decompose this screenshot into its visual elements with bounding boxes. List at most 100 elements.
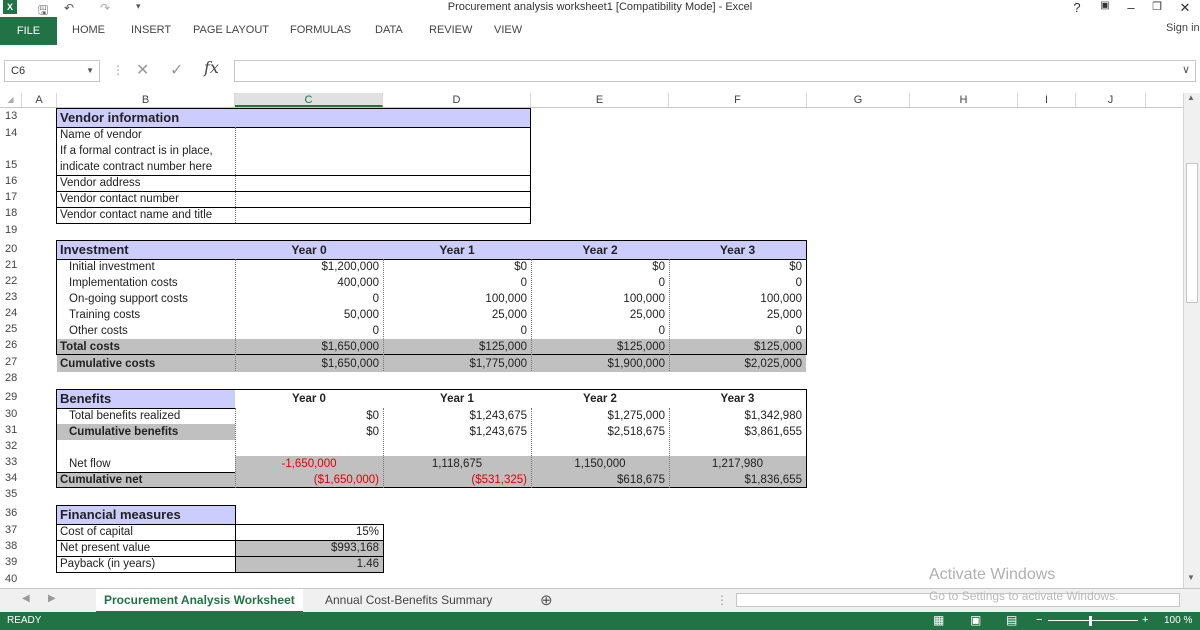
minimize-icon[interactable]: – [1122,0,1140,15]
tab-data[interactable]: DATA [375,24,403,36]
col-h[interactable]: H [910,93,1018,107]
row-number[interactable]: 34 [0,472,22,484]
investment-year-3[interactable]: Year 3 [669,241,806,259]
investment-cell[interactable]: 25,000 [669,307,806,323]
tab-home[interactable]: HOME [72,24,105,36]
net-flow-cell[interactable]: 1,118,675 [383,456,531,472]
investment-cumulative-cell[interactable]: $2,025,000 [669,356,806,372]
col-b[interactable]: B [57,93,235,107]
row-number[interactable]: 32 [0,440,22,452]
investment-cell[interactable]: 0 [531,323,669,339]
tab-review[interactable]: REVIEW [429,24,472,36]
close-icon[interactable]: ✕ [1176,0,1194,16]
sheet-tab-procurement[interactable]: Procurement Analysis Worksheet [96,589,303,613]
benefits-year-2[interactable]: Year 2 [531,391,669,407]
row-number[interactable]: 23 [0,291,22,303]
financial-title[interactable]: Financial measures [57,506,235,524]
financial-value[interactable]: $993,168 [235,540,383,556]
zoom-slider[interactable] [1048,620,1138,621]
vertical-scroll-thumb[interactable] [1186,163,1198,303]
benefits-cell[interactable]: $1,243,675 [383,424,531,440]
financial-value[interactable]: 15% [235,524,383,540]
row-number[interactable]: 30 [0,408,22,420]
sheet-tab-summary[interactable]: Annual Cost-Benefits Summary [317,589,500,611]
investment-cell[interactable]: 400,000 [235,275,383,291]
name-box[interactable]: C6 ▼ [4,60,100,82]
row-number[interactable]: 33 [0,456,22,468]
investment-title[interactable]: Investment [57,241,235,259]
net-flow-label[interactable]: Net flow [57,456,235,472]
benefits-cell[interactable]: $2,518,675 [531,424,669,440]
vendor-field-contact-name[interactable]: Vendor contact name and title [57,207,235,223]
investment-cell[interactable]: $1,200,000 [235,259,383,275]
investment-cell[interactable]: $0 [669,259,806,275]
sheet-next-icon[interactable]: ▶ [48,593,56,604]
investment-row-label[interactable]: Training costs [57,307,235,323]
zoom-slider-thumb[interactable] [1089,616,1092,626]
select-all-icon[interactable]: ◢ [0,93,22,107]
net-flow-cell[interactable]: 1,150,000 [531,456,669,472]
investment-cell[interactable]: 100,000 [383,291,531,307]
investment-cell[interactable]: 100,000 [669,291,806,307]
normal-view-icon[interactable]: ▦ [933,613,944,627]
row-number[interactable]: 38 [0,540,22,552]
row-number[interactable]: 29 [0,391,22,403]
investment-cell[interactable]: 0 [669,323,806,339]
row-number[interactable]: 14 [0,127,22,139]
net-flow-cell[interactable]: 1,217,980 [669,456,806,472]
investment-cell[interactable]: 0 [235,291,383,307]
row-number[interactable]: 27 [0,356,22,368]
investment-cell[interactable]: 25,000 [383,307,531,323]
cumulative-net-label[interactable]: Cumulative net [57,472,235,488]
vendor-field-contract-2[interactable]: indicate contract number here [57,159,235,175]
vendor-field-contact-number[interactable]: Vendor contact number [57,191,235,207]
benefits-cell[interactable]: $1,243,675 [383,408,531,424]
col-i[interactable]: I [1018,93,1076,107]
col-a[interactable]: A [22,93,57,107]
benefits-realized-label[interactable]: Total benefits realized [57,408,235,424]
scroll-up-icon[interactable]: ▲ [1187,93,1195,102]
tab-view[interactable]: VIEW [494,24,522,36]
investment-cumulative-cell[interactable]: $1,775,000 [383,356,531,372]
cumulative-net-cell[interactable]: $1,836,655 [669,472,806,488]
tab-page-layout[interactable]: PAGE LAYOUT [193,24,269,36]
tab-file[interactable]: FILE [0,17,57,45]
financial-value[interactable]: 1.46 [235,556,383,572]
row-number[interactable]: 26 [0,339,22,351]
investment-row-label[interactable]: Implementation costs [57,275,235,291]
investment-cumulative-label[interactable]: Cumulative costs [57,356,235,372]
investment-total-cell[interactable]: $125,000 [669,339,806,355]
restore-icon[interactable]: ❐ [1148,0,1166,13]
expand-formula-bar-icon[interactable]: ∨ [1182,63,1190,76]
cumulative-net-cell[interactable]: ($531,325) [383,472,531,488]
investment-cell[interactable]: 0 [669,275,806,291]
investment-cell[interactable]: $0 [531,259,669,275]
row-number[interactable]: 21 [0,259,22,271]
benefits-year-3[interactable]: Year 3 [669,391,806,407]
help-button[interactable]: ? [1068,0,1086,15]
scroll-down-icon[interactable]: ▼ [1187,573,1195,582]
row-number[interactable]: 31 [0,424,22,436]
row-number[interactable]: 36 [0,507,22,519]
vendor-field-contract-1[interactable]: If a formal contract is in place, [57,143,235,159]
row-number[interactable]: 24 [0,307,22,319]
col-c[interactable]: C [235,93,383,107]
cumulative-net-cell[interactable]: ($1,650,000) [235,472,383,488]
vendor-field-name[interactable]: Name of vendor [57,127,235,143]
row-number[interactable]: 25 [0,323,22,335]
row-number[interactable]: 37 [0,524,22,536]
investment-cell[interactable]: 100,000 [531,291,669,307]
zoom-in-icon[interactable]: + [1142,614,1148,626]
col-d[interactable]: D [383,93,531,107]
enter-icon[interactable]: ✓ [170,60,183,80]
investment-total-cell[interactable]: $1,650,000 [235,339,383,355]
page-break-view-icon[interactable]: ▤ [1006,613,1017,627]
col-j[interactable]: J [1076,93,1146,107]
row-number[interactable]: 35 [0,488,22,500]
financial-label[interactable]: Net present value [57,540,235,556]
investment-total-label[interactable]: Total costs [57,339,235,355]
investment-cell[interactable]: 0 [383,323,531,339]
row-number[interactable]: 28 [0,372,22,384]
benefits-year-1[interactable]: Year 1 [383,391,531,407]
investment-row-label[interactable]: Initial investment [57,259,235,275]
